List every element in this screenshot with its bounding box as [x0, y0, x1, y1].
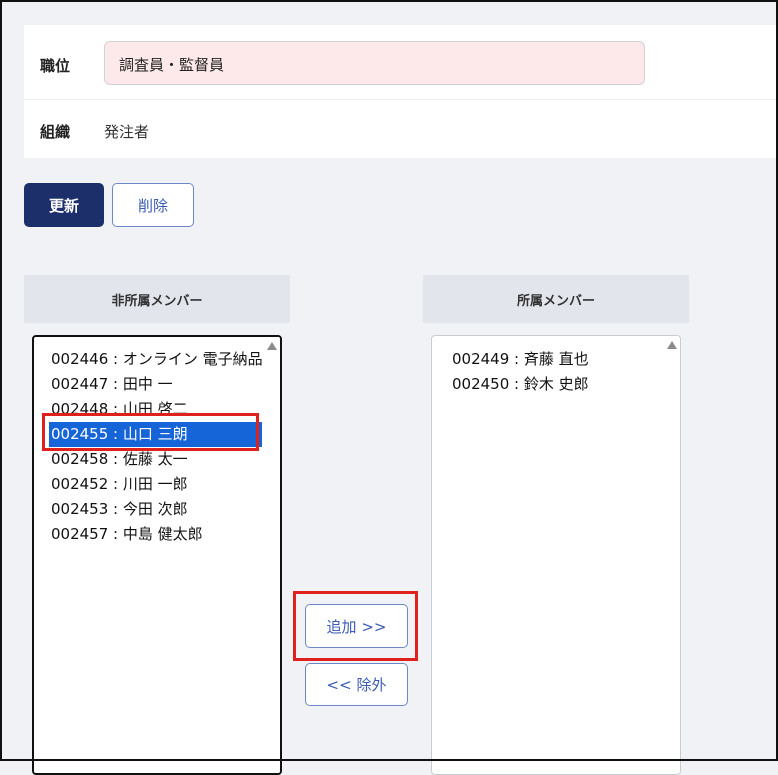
list-item[interactable]: 002447 : 田中 一: [49, 372, 262, 397]
scroll-up-arrow-icon[interactable]: [667, 341, 677, 349]
list-item[interactable]: 002458 : 佐藤 太一: [49, 447, 262, 472]
member-scrollbar[interactable]: [664, 336, 680, 774]
remove-member-button[interactable]: << 除外: [305, 663, 408, 706]
organization-value: 発注者: [104, 123, 150, 141]
list-item[interactable]: 002449 : 斉藤 直也: [450, 347, 662, 372]
list-item[interactable]: 002450 : 鈴木 史郎: [450, 372, 662, 397]
nonmember-list-header: 非所属メンバー: [24, 275, 290, 323]
position-label: 職位: [40, 57, 71, 75]
nonmember-scrollbar[interactable]: [264, 337, 280, 773]
list-item[interactable]: 002453 : 今田 次郎: [49, 497, 262, 522]
organization-label: 組織: [40, 123, 71, 141]
delete-button[interactable]: 削除: [112, 183, 194, 227]
member-list-header: 所属メンバー: [423, 275, 689, 323]
list-item[interactable]: 002446 : オンライン 電子納品: [49, 347, 263, 372]
scroll-up-arrow-icon[interactable]: [267, 342, 277, 350]
member-form: 職位 調査員・監督員 組織 発注者: [24, 25, 778, 158]
list-item[interactable]: 002452 : 川田 一郎: [49, 472, 262, 497]
row-divider: [24, 99, 778, 100]
nonmember-listbox[interactable]: 002446 : オンライン 電子納品 002447 : 田中 一 002448…: [32, 335, 282, 775]
member-listbox[interactable]: 002449 : 斉藤 直也 002450 : 鈴木 史郎: [431, 335, 681, 775]
list-item[interactable]: 002448 : 山田 啓二: [49, 397, 262, 422]
list-item-selected[interactable]: 002455 : 山口 三朗: [49, 422, 262, 447]
position-field[interactable]: 調査員・監督員: [104, 41, 645, 85]
list-item[interactable]: 002457 : 中島 健太郎: [49, 522, 262, 547]
update-button[interactable]: 更新: [24, 183, 104, 227]
add-member-button[interactable]: 追加 >>: [305, 604, 408, 648]
